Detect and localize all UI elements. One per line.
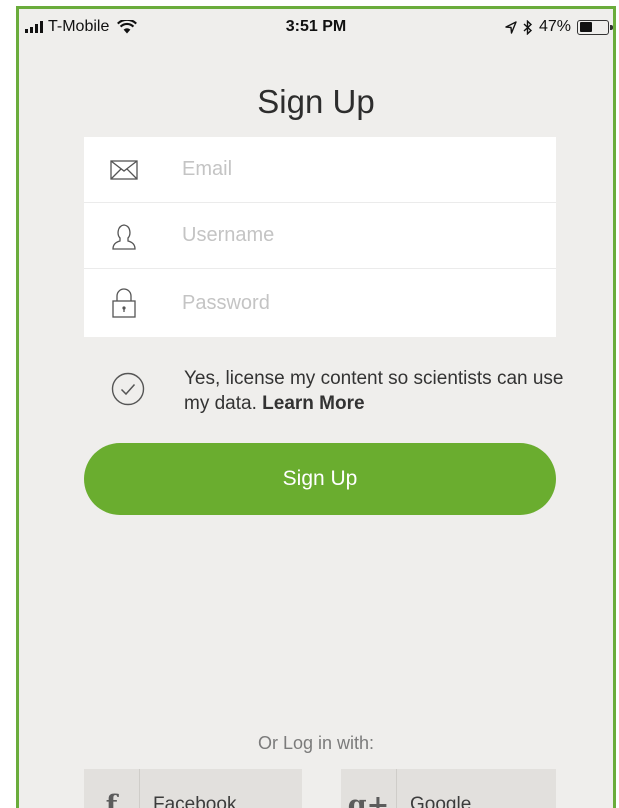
battery-percent: 47% xyxy=(538,18,571,35)
google-plus-icon: g+ xyxy=(341,769,397,808)
facebook-login-button[interactable]: f Facebook xyxy=(84,769,302,808)
password-input[interactable] xyxy=(182,269,546,337)
facebook-label: Facebook xyxy=(153,794,237,808)
facebook-icon: f xyxy=(84,769,140,808)
username-input[interactable] xyxy=(182,203,546,268)
email-input[interactable] xyxy=(182,137,546,202)
password-field-row xyxy=(84,269,556,337)
status-right: 47% xyxy=(505,18,613,36)
consent-message: Yes, license my content so scientists ca… xyxy=(184,368,564,414)
envelope-icon xyxy=(109,155,139,185)
learn-more-link[interactable]: Learn More xyxy=(262,393,364,414)
signup-button[interactable]: Sign Up xyxy=(84,443,556,515)
signup-form xyxy=(84,137,556,337)
app-screen: T-Mobile 3:51 PM 47% Sign Up Email Usern… xyxy=(16,6,616,808)
username-field-row xyxy=(84,203,556,269)
battery-icon xyxy=(577,19,613,35)
license-consent: Yes, license my content so scientists ca… xyxy=(111,366,571,426)
location-icon xyxy=(505,20,517,34)
google-label: Google xyxy=(410,794,472,808)
bluetooth-icon xyxy=(523,19,532,35)
status-bar: T-Mobile 3:51 PM 47% xyxy=(19,9,613,47)
email-field-row xyxy=(84,137,556,203)
checkmark-circle-icon[interactable] xyxy=(111,372,145,406)
google-login-button[interactable]: g+ Google xyxy=(341,769,556,808)
lock-icon xyxy=(109,288,139,318)
page-title: Sign Up xyxy=(257,83,375,120)
or-login-label: Or Log in with: xyxy=(257,733,375,753)
consent-text: Yes, license my content so scientists ca… xyxy=(184,366,564,416)
user-icon xyxy=(109,221,139,251)
